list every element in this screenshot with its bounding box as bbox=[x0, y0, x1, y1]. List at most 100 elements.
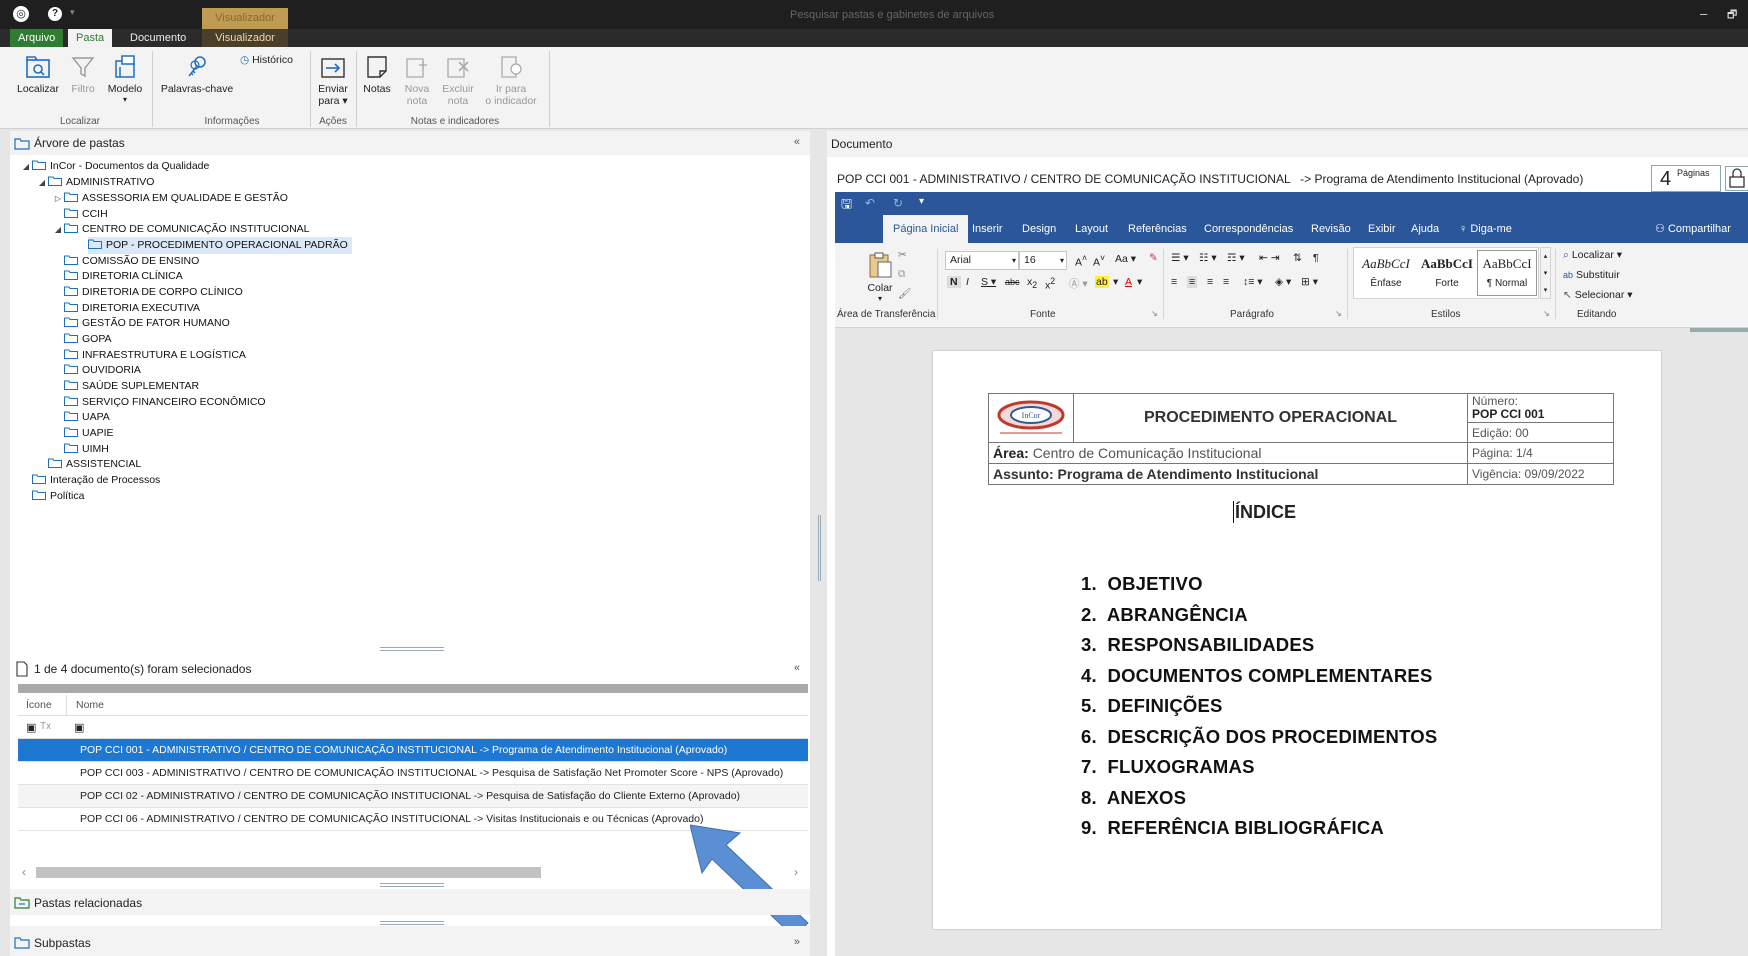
styles-scroll[interactable]: ▴ ▾ ▾ bbox=[1540, 247, 1551, 299]
subfolders-header[interactable]: Subpastas » bbox=[10, 926, 810, 956]
enviar-para-button[interactable]: Enviar para ▾ bbox=[315, 53, 351, 107]
word-tab-exibir[interactable]: Exibir bbox=[1368, 215, 1396, 243]
word-tab-design[interactable]: Design bbox=[1022, 215, 1056, 243]
restore-button[interactable]: 🗗 bbox=[1727, 6, 1737, 25]
font-color-dropdown-icon[interactable]: ▾ bbox=[1137, 276, 1142, 288]
tree-node[interactable]: SAÚDE SUPLEMENTAR bbox=[64, 378, 199, 395]
splitter-grip[interactable] bbox=[380, 647, 444, 651]
expand-down-icon[interactable]: » bbox=[794, 936, 800, 948]
collapsed-arrow-icon[interactable]: ▷ bbox=[52, 190, 64, 207]
clear-filter-icon[interactable]: Tx bbox=[40, 721, 51, 732]
paste-button[interactable]: Colar ▾ bbox=[865, 251, 895, 303]
tree-node[interactable]: ASSISTENCIAL bbox=[48, 456, 141, 473]
word-tab-ajuda[interactable]: Ajuda bbox=[1411, 215, 1439, 243]
table-row[interactable]: POP CCI 02 - ADMINISTRATIVO / CENTRO DE … bbox=[18, 785, 808, 808]
replace-button[interactable]: ab Substituir bbox=[1563, 269, 1620, 281]
borders-icon[interactable]: ⊞ ▾ bbox=[1301, 276, 1318, 288]
styles-dialog-launcher-icon[interactable]: ↘ bbox=[1543, 309, 1550, 318]
bold-button[interactable]: N bbox=[947, 276, 961, 288]
expanded-arrow-icon[interactable]: ◢ bbox=[20, 158, 32, 175]
multilevel-list-icon[interactable]: ☶ ▾ bbox=[1227, 252, 1245, 264]
column-icon-header[interactable]: Ícone bbox=[26, 699, 52, 711]
minimize-button[interactable]: – bbox=[1700, 6, 1707, 21]
shrink-font-icon[interactable]: A˅ bbox=[1093, 253, 1105, 269]
format-painter-icon[interactable]: 🖌 bbox=[898, 287, 911, 300]
bullets-icon[interactable]: ☰ ▾ bbox=[1171, 252, 1189, 264]
share-button[interactable]: ⚇ Compartilhar bbox=[1655, 215, 1731, 243]
help-icon[interactable]: ? bbox=[48, 7, 62, 21]
tree-node[interactable]: ◢ ADMINISTRATIVO bbox=[36, 174, 155, 191]
pilcrow-icon[interactable]: ¶ bbox=[1313, 252, 1319, 264]
align-center-icon[interactable]: ≡ bbox=[1187, 276, 1198, 288]
vertical-splitter-grip[interactable] bbox=[818, 515, 821, 581]
align-right-icon[interactable]: ≡ bbox=[1207, 276, 1213, 288]
grow-font-icon[interactable]: A˄ bbox=[1075, 253, 1087, 269]
sort-icon[interactable]: ⇅ bbox=[1293, 252, 1302, 264]
tree-node-selected[interactable]: POP - PROCEDIMENTO OPERACIONAL PADRÃO bbox=[88, 237, 352, 254]
word-tab-referencias[interactable]: Referências bbox=[1128, 215, 1187, 243]
tree-node[interactable]: Política bbox=[32, 488, 84, 505]
word-tab-layout[interactable]: Layout bbox=[1075, 215, 1108, 243]
font-dialog-launcher-icon[interactable]: ↘ bbox=[1151, 309, 1158, 318]
scrollbar-thumb[interactable] bbox=[36, 867, 541, 878]
word-tab-diga-me[interactable]: ♀ Diga-me bbox=[1459, 215, 1512, 243]
highlight-icon[interactable]: ab bbox=[1095, 276, 1109, 288]
ir-indicador-button[interactable]: Ir para o indicador bbox=[482, 53, 540, 107]
expanded-arrow-icon[interactable]: ◢ bbox=[52, 221, 64, 238]
change-case-icon[interactable]: Aa ▾ bbox=[1115, 253, 1136, 265]
underline-button[interactable]: S ▾ bbox=[981, 276, 996, 288]
text-effects-icon[interactable]: Ⓐ ▾ bbox=[1069, 276, 1088, 291]
palavras-chave-button[interactable]: Palavras-chave bbox=[158, 53, 236, 95]
style-enfase[interactable]: AaBbCcI Ênfase bbox=[1356, 250, 1416, 296]
word-tab-pagina-inicial[interactable]: Página Inicial bbox=[883, 215, 969, 243]
tree-node[interactable]: UAPA bbox=[64, 409, 110, 426]
font-size-select[interactable]: 16 ▾ bbox=[1019, 251, 1067, 270]
font-name-select[interactable]: Arial ▾ bbox=[945, 251, 1019, 270]
search-input[interactable]: Pesquisar pastas e gabinetes de arquivos bbox=[790, 9, 994, 21]
tree-node[interactable]: DIRETORIA CLÍNICA bbox=[64, 268, 183, 285]
word-tab-correspondencias[interactable]: Correspondências bbox=[1204, 215, 1293, 243]
word-tab-inserir[interactable]: Inserir bbox=[972, 215, 1003, 243]
style-normal[interactable]: AaBbCcI ¶ Normal bbox=[1477, 250, 1537, 296]
modelo-button[interactable]: Modelo ▾ bbox=[104, 53, 146, 104]
localizar-button[interactable]: Localizar bbox=[14, 53, 62, 95]
document-viewer[interactable]: InCor PROCEDIMENTO OPERACIONAL Número: PO… bbox=[835, 328, 1748, 956]
select-button[interactable]: ↖ Selecionar ▾ bbox=[1563, 289, 1633, 301]
align-left-icon[interactable]: ≡ bbox=[1171, 276, 1177, 288]
tree-node[interactable]: ▷ ASSESSORIA EM QUALIDADE E GESTÃO bbox=[52, 190, 288, 207]
historico-button[interactable]: ◷ Histórico bbox=[240, 54, 306, 66]
word-tab-revisao[interactable]: Revisão bbox=[1311, 215, 1351, 243]
collapse-up-icon[interactable]: « bbox=[794, 136, 800, 148]
italic-button[interactable]: I bbox=[966, 276, 969, 288]
tree-node[interactable]: GESTÃO DE FATOR HUMANO bbox=[64, 315, 230, 332]
tab-visualizador[interactable]: Visualizador bbox=[202, 29, 288, 47]
tab-documento[interactable]: Documento bbox=[122, 29, 194, 47]
table-row-selected[interactable]: POP CCI 001 - ADMINISTRATIVO / CENTRO DE… bbox=[18, 739, 808, 762]
customize-qa-icon[interactable]: ▾ bbox=[919, 196, 924, 207]
tree-node[interactable]: GOPA bbox=[64, 331, 112, 348]
column-name-header[interactable]: Nome bbox=[76, 699, 104, 711]
font-color-icon[interactable]: A bbox=[1125, 276, 1132, 288]
table-row[interactable]: POP CCI 003 - ADMINISTRATIVO / CENTRO DE… bbox=[18, 762, 808, 785]
tree-node[interactable]: DIRETORIA DE CORPO CLÍNICO bbox=[64, 284, 243, 301]
numbering-icon[interactable]: ☷ ▾ bbox=[1199, 252, 1217, 264]
tab-arquivo[interactable]: Arquivo bbox=[10, 29, 64, 47]
save-icon[interactable]: 🖫 bbox=[841, 195, 852, 217]
filter-name-checkbox-icon[interactable]: ▣ bbox=[74, 721, 84, 734]
style-forte[interactable]: AaBbCcI Forte bbox=[1418, 250, 1476, 296]
lock-icon[interactable] bbox=[1725, 166, 1748, 191]
superscript-button[interactable]: x2 bbox=[1045, 276, 1055, 292]
strikethrough-button[interactable]: abc bbox=[1005, 277, 1020, 287]
copy-icon[interactable]: ⧉ bbox=[898, 268, 906, 281]
paragraph-dialog-launcher-icon[interactable]: ↘ bbox=[1335, 309, 1342, 318]
splitter-grip[interactable] bbox=[380, 921, 444, 925]
highlight-dropdown-icon[interactable]: ▾ bbox=[1113, 276, 1118, 288]
tree-node[interactable]: ◢ InCor - Documentos da Qualidade bbox=[20, 158, 209, 175]
collapse-up-icon[interactable]: « bbox=[794, 662, 800, 674]
subscript-button[interactable]: x2 bbox=[1027, 276, 1037, 290]
splitter-grip[interactable] bbox=[380, 883, 444, 887]
indent-icons[interactable]: ⇤ ⇥ bbox=[1259, 252, 1280, 264]
quick-access-menu-icon[interactable]: ▾ bbox=[70, 7, 75, 18]
tab-pasta[interactable]: Pasta bbox=[68, 29, 113, 47]
line-spacing-icon[interactable]: ↕≡ ▾ bbox=[1243, 276, 1263, 288]
